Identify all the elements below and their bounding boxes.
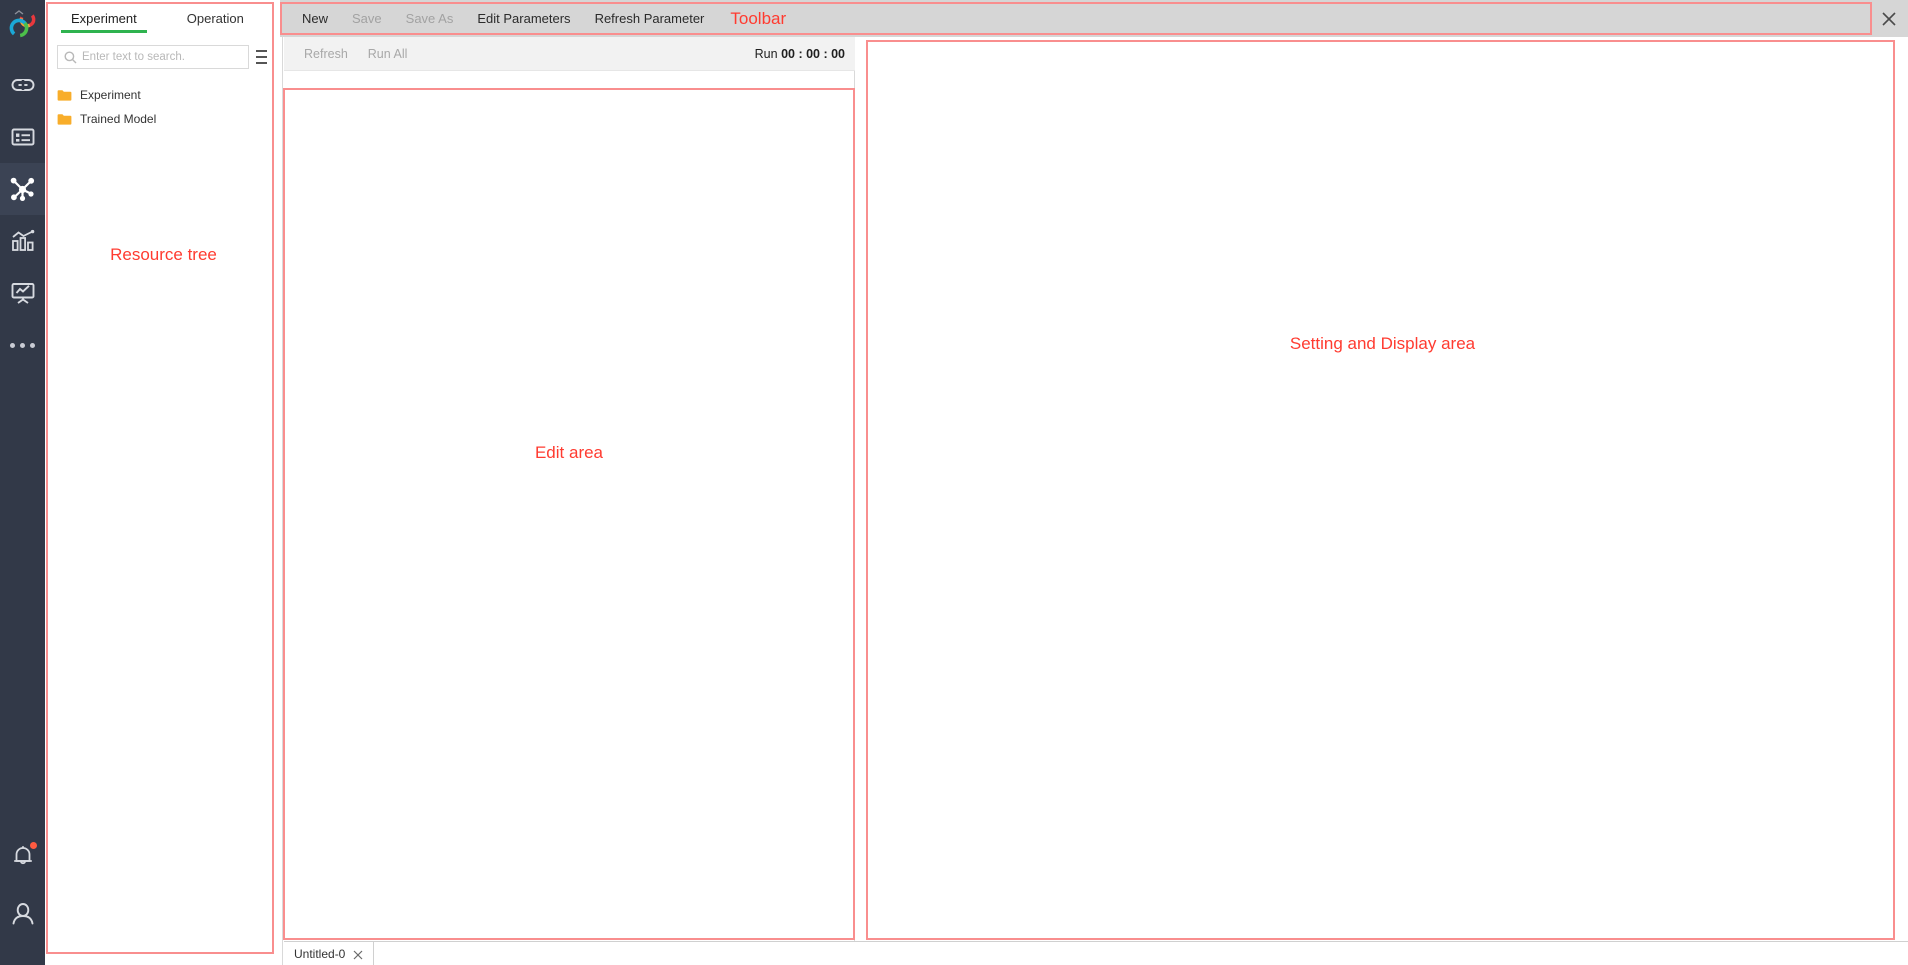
search-icon bbox=[64, 51, 77, 63]
user-icon bbox=[12, 903, 33, 925]
main-toolbar: New Save Save As Edit Parameters Refresh… bbox=[280, 0, 1908, 37]
sidebar-item-more[interactable] bbox=[0, 319, 45, 371]
toolbar-edit-parameters-button[interactable]: Edit Parameters bbox=[465, 11, 582, 26]
tab-experiment-label: Experiment bbox=[71, 11, 137, 26]
subtoolbar-run-all-button[interactable]: Run All bbox=[358, 47, 418, 61]
tree-node-label: Experiment bbox=[80, 88, 141, 102]
edit-sub-toolbar: Refresh Run All Run 00 : 00 : 00 bbox=[284, 37, 855, 71]
link-icon bbox=[11, 79, 34, 91]
resource-tree: Experiment Trained Model bbox=[45, 83, 282, 131]
tree-node-label: Trained Model bbox=[80, 112, 157, 126]
bar-chart-icon bbox=[11, 229, 34, 251]
window-close-button[interactable] bbox=[1880, 10, 1898, 28]
run-timer-label: Run bbox=[754, 46, 778, 61]
toolbar-save-as-label: Save As bbox=[405, 11, 454, 26]
resource-tree-annotation: Resource tree bbox=[110, 245, 217, 264]
document-tab-untitled-0[interactable]: Untitled-0 bbox=[284, 942, 375, 965]
sidebar-item-account[interactable] bbox=[0, 885, 45, 943]
app-logo bbox=[0, 2, 45, 47]
subtoolbar-refresh-button[interactable]: Refresh bbox=[294, 47, 358, 61]
bell-icon bbox=[10, 842, 37, 869]
search-row bbox=[57, 45, 270, 69]
sidebar-item-notifications[interactable] bbox=[0, 827, 45, 885]
folder-icon bbox=[57, 113, 72, 125]
toolbar-save-button[interactable]: Save bbox=[340, 11, 394, 26]
app-root: Experiment Operation Enter text to searc… bbox=[0, 0, 1908, 965]
sidebar-item-pipeline[interactable] bbox=[0, 163, 45, 215]
toolbar-refresh-parameter-label: Refresh Parameter bbox=[594, 11, 705, 26]
toolbar-annotation: Toolbar bbox=[730, 8, 787, 28]
document-tab-bar: Untitled-0 bbox=[284, 941, 1908, 965]
left-icon-rail bbox=[0, 0, 45, 965]
sidebar-item-link[interactable] bbox=[0, 59, 45, 111]
tab-operation[interactable]: Operation bbox=[177, 11, 254, 33]
tab-operation-label: Operation bbox=[186, 11, 244, 26]
toolbar-save-as-button[interactable]: Save As bbox=[394, 11, 466, 26]
toolbar-new-button[interactable]: New bbox=[290, 11, 340, 26]
toolbar-new-label: New bbox=[302, 11, 329, 26]
tab-experiment[interactable]: Experiment bbox=[61, 11, 147, 33]
toolbar-refresh-parameter-button[interactable]: Refresh Parameter bbox=[583, 11, 717, 26]
rail-bottom-group bbox=[0, 827, 45, 943]
list-card-icon bbox=[11, 128, 34, 146]
toolbar-save-label: Save bbox=[352, 11, 382, 26]
sidebar-item-analytics[interactable] bbox=[0, 215, 45, 267]
run-timer: Run 00 : 00 : 00 bbox=[755, 47, 845, 61]
setting-display-annotation: Setting and Display area bbox=[1289, 334, 1476, 353]
sidebar-item-dataset[interactable] bbox=[0, 111, 45, 163]
subtoolbar-refresh-label: Refresh bbox=[304, 46, 348, 61]
close-icon bbox=[1882, 11, 1896, 26]
subtoolbar-run-all-label: Run All bbox=[367, 46, 408, 61]
tree-node-experiment[interactable]: Experiment bbox=[45, 83, 282, 107]
toolbar-edit-parameters-label: Edit Parameters bbox=[477, 11, 571, 26]
document-tab-empty-area bbox=[374, 942, 1908, 965]
presentation-icon bbox=[11, 283, 34, 304]
sidebar-item-monitor[interactable] bbox=[0, 267, 45, 319]
tree-options-menu-icon[interactable] bbox=[256, 49, 270, 65]
document-tab-close-icon[interactable] bbox=[353, 949, 363, 959]
run-timer-value: 00 : 00 : 00 bbox=[781, 46, 845, 61]
tree-node-trained-model[interactable]: Trained Model bbox=[45, 107, 282, 131]
ellipsis-icon bbox=[10, 342, 35, 348]
resource-tab-bar: Experiment Operation bbox=[45, 0, 282, 33]
edit-area-annotation: Edit area bbox=[534, 443, 604, 462]
search-input[interactable] bbox=[82, 51, 242, 63]
folder-icon bbox=[57, 89, 72, 101]
edit-area-pane[interactable]: Edit area bbox=[284, 71, 855, 941]
document-tab-label: Untitled-0 bbox=[294, 946, 346, 961]
search-box[interactable] bbox=[57, 45, 249, 69]
setting-display-pane[interactable]: Setting and Display area bbox=[857, 37, 1908, 941]
notification-badge bbox=[29, 842, 37, 849]
resource-tree-panel: Experiment Operation Enter text to searc… bbox=[45, 0, 283, 965]
node-graph-icon bbox=[10, 177, 35, 201]
